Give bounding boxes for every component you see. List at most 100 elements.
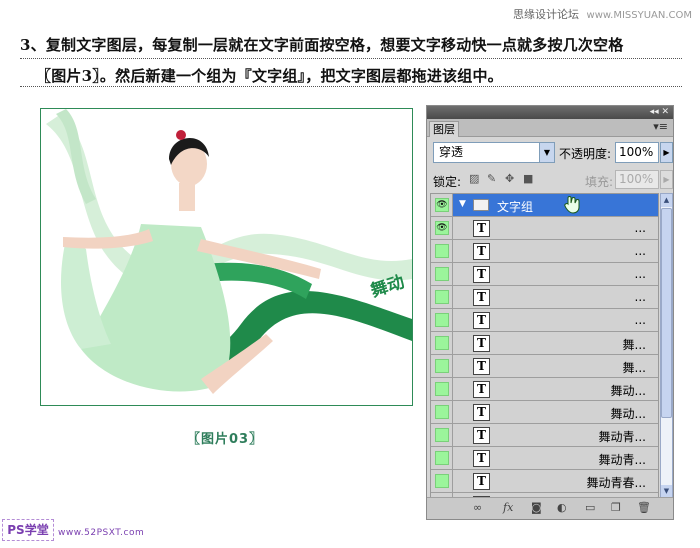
blend-mode-value: 穿透: [439, 145, 464, 159]
visibility-empty-icon: [435, 336, 449, 350]
visibility-toggle[interactable]: [431, 470, 453, 492]
text-layer-icon: T: [473, 427, 490, 444]
text-layer-row[interactable]: T 舞...: [431, 355, 658, 378]
text-layer-row[interactable]: T...: [431, 309, 658, 332]
ps-xuetang-logo: PS学堂: [2, 519, 54, 541]
chevron-down-icon[interactable]: ▼: [539, 143, 554, 162]
visibility-toggle[interactable]: [431, 355, 453, 377]
dotted-divider-2: [20, 86, 682, 87]
text-layer-row[interactable]: T...: [431, 240, 658, 263]
text-layer-row[interactable]: 👁 T...: [431, 217, 658, 240]
fill-label: 填充:: [585, 175, 614, 189]
visibility-empty-icon: [435, 290, 449, 304]
text-layer-row[interactable]: T 舞动...: [431, 378, 658, 401]
new-layer-icon[interactable]: ❐: [611, 501, 621, 514]
visibility-empty-icon: [435, 451, 449, 465]
layer-name: 舞...: [622, 361, 646, 375]
collapse-icon[interactable]: ◂◂ ✕: [650, 106, 669, 119]
text-layer-icon: T: [473, 266, 490, 283]
fill-field[interactable]: 100%: [615, 170, 659, 189]
fx-icon[interactable]: fx: [503, 501, 513, 514]
watermark-text: 思缘设计论坛: [513, 8, 580, 21]
visibility-toggle[interactable]: [431, 378, 453, 400]
tab-layers[interactable]: 图层: [429, 121, 459, 137]
eye-icon: 👁: [435, 221, 449, 235]
visibility-toggle[interactable]: [431, 424, 453, 446]
text-layer-icon: T: [473, 289, 490, 306]
photo-frame: 舞动: [40, 108, 413, 406]
photo-artwork: 舞动: [46, 109, 412, 394]
footer-site: www.52PSXT.com: [58, 528, 145, 538]
visibility-toggle[interactable]: [431, 309, 453, 331]
layer-name: ...: [634, 290, 646, 304]
photo-caption: 〖图片03〗: [187, 432, 264, 447]
layer-name: 舞...: [622, 338, 646, 352]
scroll-thumb[interactable]: [661, 208, 672, 418]
layers-panel: ◂◂ ✕ 图层 ▾≡ 穿透 ▼ 不透明度: 100% ▶ 锁定: ▨ ✎ ✥ ■…: [426, 105, 674, 520]
visibility-toggle[interactable]: [431, 401, 453, 423]
visibility-toggle[interactable]: [431, 263, 453, 285]
opacity-label: 不透明度:: [559, 147, 612, 161]
opacity-field[interactable]: 100%: [615, 142, 659, 163]
layer-name: 舞动青春...: [586, 476, 646, 490]
layer-name: ...: [634, 313, 646, 327]
text-layer-row[interactable]: T 舞动...: [431, 401, 658, 424]
opacity-slider-button[interactable]: ▶: [660, 142, 673, 163]
group-name: 文字组: [497, 200, 534, 214]
mask-icon[interactable]: ◙: [531, 501, 542, 514]
lock-row: 锁定: ▨ ✎ ✥ ■ 填充: 100% ▶: [433, 170, 673, 190]
visibility-toggle[interactable]: 👁: [431, 194, 453, 216]
new-group-icon[interactable]: ▭: [585, 501, 595, 514]
text-layer-rows: 👁 T... T... T... T... T... T 舞... T 舞... T 舞动... T 舞动…: [431, 217, 658, 498]
link-icon[interactable]: ∞: [473, 501, 482, 514]
trash-icon[interactable]: 🗑: [637, 501, 651, 514]
text-layer-row[interactable]: T...: [431, 286, 658, 309]
text-layer-icon: T: [473, 312, 490, 329]
text-layer-icon: T: [473, 335, 490, 352]
text-layer-icon: T: [473, 243, 490, 260]
expand-triangle-icon[interactable]: ▼: [459, 199, 466, 209]
lock-move-icon[interactable]: ✥: [505, 172, 514, 185]
layers-list: 👁 ▼ 文字组 👁 T... T... T... T... T... T 舞... T 舞... T…: [430, 193, 659, 499]
text-layer-row[interactable]: T...: [431, 263, 658, 286]
layer-name: ...: [634, 244, 646, 258]
text-layer-row[interactable]: T 舞动青...: [431, 424, 658, 447]
visibility-empty-icon: [435, 428, 449, 442]
visibility-toggle[interactable]: [431, 240, 453, 262]
visibility-toggle[interactable]: [431, 286, 453, 308]
watermark-site: www.MISSYUAN.COM: [586, 10, 692, 21]
neck: [179, 183, 195, 211]
hair-flower: [176, 130, 186, 140]
scroll-up-icon[interactable]: ▲: [661, 194, 672, 207]
text-layer-icon: T: [473, 404, 490, 421]
layers-scrollbar[interactable]: ▲ ▼: [660, 193, 673, 499]
visibility-empty-icon: [435, 405, 449, 419]
blend-row: 穿透 ▼ 不透明度: 100% ▶: [433, 142, 673, 164]
layer-name: ...: [634, 267, 646, 281]
hand-cursor-icon: [564, 196, 580, 214]
blend-mode-select[interactable]: 穿透 ▼: [433, 142, 555, 163]
text-layer-row[interactable]: T 舞...: [431, 332, 658, 355]
visibility-empty-icon: [435, 244, 449, 258]
fill-slider-button[interactable]: ▶: [660, 170, 673, 189]
instruction-line-1: 3、复制文字图层，每复制一层就在文字前面按空格，想要文字移动快一点就多按几次空格: [20, 36, 624, 54]
lock-paint-icon[interactable]: ✎: [487, 172, 496, 185]
panel-titlebar: ◂◂ ✕: [427, 106, 673, 119]
lock-all-icon[interactable]: ■: [523, 172, 533, 185]
visibility-toggle[interactable]: [431, 447, 453, 469]
visibility-toggle[interactable]: [431, 332, 453, 354]
text-layer-icon: T: [473, 450, 490, 467]
pale-ribbon: [46, 114, 412, 288]
lock-transparency-icon[interactable]: ▨: [469, 172, 479, 185]
visibility-empty-icon: [435, 313, 449, 327]
dress-flare: [61, 239, 111, 349]
panel-tabbar: 图层 ▾≡: [427, 119, 673, 137]
text-layer-icon: T: [473, 381, 490, 398]
adjustment-icon[interactable]: ◐: [557, 501, 567, 514]
text-layer-row[interactable]: T 舞动青...: [431, 447, 658, 470]
layer-group-row[interactable]: 👁 ▼ 文字组: [431, 194, 658, 217]
panel-menu-icon[interactable]: ▾≡: [653, 120, 668, 133]
text-layer-icon: T: [473, 220, 490, 237]
text-layer-row[interactable]: T 舞动青春...: [431, 470, 658, 493]
visibility-toggle[interactable]: 👁: [431, 217, 453, 239]
